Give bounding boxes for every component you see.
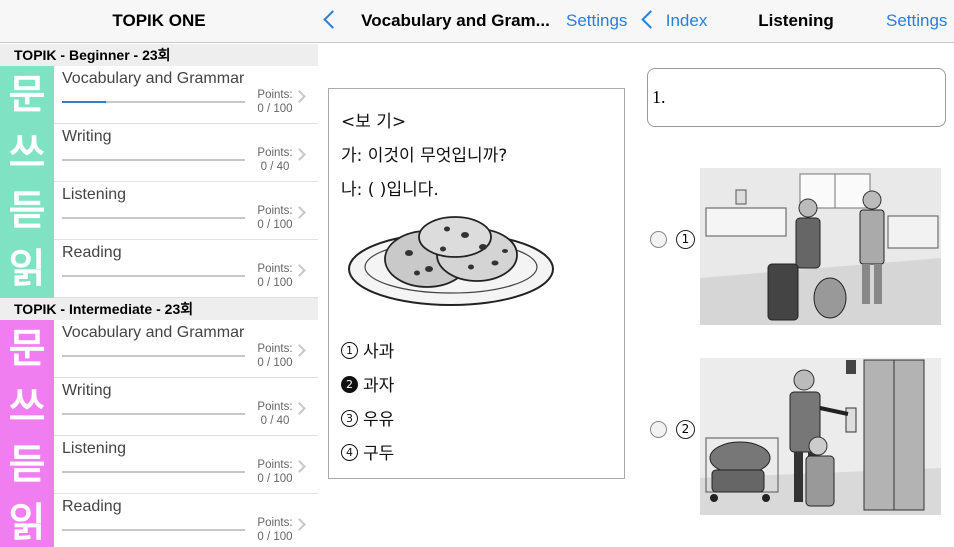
test-title: Writing [62,128,112,145]
progress-bar [62,275,245,277]
section-glyph-icon: 듣 [0,182,54,240]
test-title: Reading [62,498,122,515]
elevator-illustration[interactable] [700,358,941,515]
listening-pane: Index Listening Settings 1. 1 2 [636,0,954,547]
app-title: TOPIK ONE [112,11,206,30]
question-line-b: 나: ( )입니다. [341,180,439,200]
choice-2-radio[interactable] [650,421,667,438]
choice-2-number: 2 [676,420,695,439]
settings-button[interactable]: Settings [886,0,947,42]
progress-bar [62,355,245,357]
points-value: 0 / 100 [257,473,293,485]
list-item[interactable]: 문 Vocabulary and Grammar Points: 0 / 100 [0,66,318,124]
index-navbar: TOPIK ONE [0,0,318,43]
progress-bar [62,471,245,473]
answer-option-4[interactable]: 4 구두 [341,439,394,464]
test-title: Vocabulary and Grammar [62,324,245,341]
section-glyph-icon: 읽 [0,240,54,298]
chevron-left-icon [641,10,660,29]
option-number: 3 [341,409,358,427]
vocab-question-pane: Vocabulary and Gram... Settings <보 기> 가:… [318,0,636,547]
points-value: 0 / 100 [257,103,293,115]
points-label: Points: [257,401,293,413]
hotel-room-illustration[interactable] [700,168,941,325]
points-label: Points: [257,343,293,355]
list-item[interactable]: 쓰 Writing Points: 0 / 40 [0,124,318,182]
option-text: 우유 [363,410,395,430]
option-text: 구두 [363,444,395,464]
list-item[interactable]: 쓰 Writing Points: 0 / 40 [0,378,318,436]
vocab-title: Vocabulary and Gram... [361,11,550,30]
points-label: Points: [257,89,293,101]
settings-button[interactable]: Settings [566,0,627,42]
choice-1-radio[interactable] [650,231,667,248]
test-title: Listening [62,186,127,203]
test-title: Reading [62,244,122,261]
section-glyph-icon: 듣 [0,436,54,494]
points-value: 0 / 100 [257,277,293,289]
option-number: 4 [341,443,358,461]
question-number: 1. [652,87,666,107]
cookies-illustration [348,216,554,306]
progress-bar [62,159,245,161]
progress-bar [62,101,245,103]
question-box: 1. [647,68,946,127]
listening-navbar: Index Listening Settings [636,0,954,43]
beginner-section-header: TOPIK - Beginner - 23회 [0,44,318,66]
back-button[interactable] [323,0,342,42]
section-glyph-icon: 쓰 [0,124,54,182]
points-label: Points: [257,147,293,159]
list-item[interactable]: 듣 Listening Points: 0 / 100 [0,182,318,240]
hotel-room-drawing [700,168,941,325]
answer-option-1[interactable]: 1 사과 [341,337,394,362]
option-text: 사과 [363,342,395,362]
section-glyph-icon: 문 [0,66,54,124]
progress-fill [62,101,106,103]
test-title: Vocabulary and Grammar [62,70,245,87]
chevron-left-icon [323,10,342,29]
test-title: Listening [62,440,127,457]
progress-bar [62,217,245,219]
example-box-label: <보 기> [341,112,407,132]
list-item[interactable]: 읽 Reading Points: 0 / 100 [0,240,318,298]
list-item[interactable]: 문 Vocabulary and Grammar Points: 0 / 100 [0,320,318,378]
choice-1-number: 1 [676,230,695,249]
answer-option-3[interactable]: 3 우유 [341,405,394,430]
points-label: Points: [257,263,293,275]
question-card: <보 기> 가: 이것이 무엇입니까? 나: ( )입니다. 1 사과 2 과자 3 우유… [328,88,625,479]
points-value: 0 / 40 [260,161,290,173]
option-text: 과자 [363,376,395,396]
progress-bar [62,413,245,415]
index-back-label: Index [665,11,708,30]
points-label: Points: [257,517,293,529]
points-label: Points: [257,459,293,471]
list-item[interactable]: 듣 Listening Points: 0 / 100 [0,436,318,494]
option-number: 1 [341,341,358,359]
vocab-navbar: Vocabulary and Gram... Settings [318,0,636,43]
points-value: 0 / 40 [260,415,290,427]
points-value: 0 / 100 [257,219,293,231]
section-glyph-icon: 쓰 [0,378,54,436]
intermediate-section-header: TOPIK - Intermediate - 23회 [0,298,318,320]
listening-title: Listening [758,11,834,30]
points-value: 0 / 100 [257,531,293,543]
test-title: Writing [62,382,112,399]
answer-option-2[interactable]: 2 과자 [341,371,394,396]
progress-bar [62,529,245,531]
section-glyph-icon: 문 [0,320,54,378]
elevator-drawing [700,358,941,515]
topik-index-pane: TOPIK ONE TOPIK - Beginner - 23회 문 Vocabul… [0,0,318,547]
question-line-a: 가: 이것이 무엇입니까? [341,146,508,166]
list-item[interactable]: 읽 Reading Points: 0 / 100 [0,494,318,547]
points-value: 0 / 100 [257,357,293,369]
option-number: 2 [341,375,358,393]
points-label: Points: [257,205,293,217]
section-glyph-icon: 읽 [0,494,54,547]
index-back-button[interactable]: Index [641,0,708,42]
